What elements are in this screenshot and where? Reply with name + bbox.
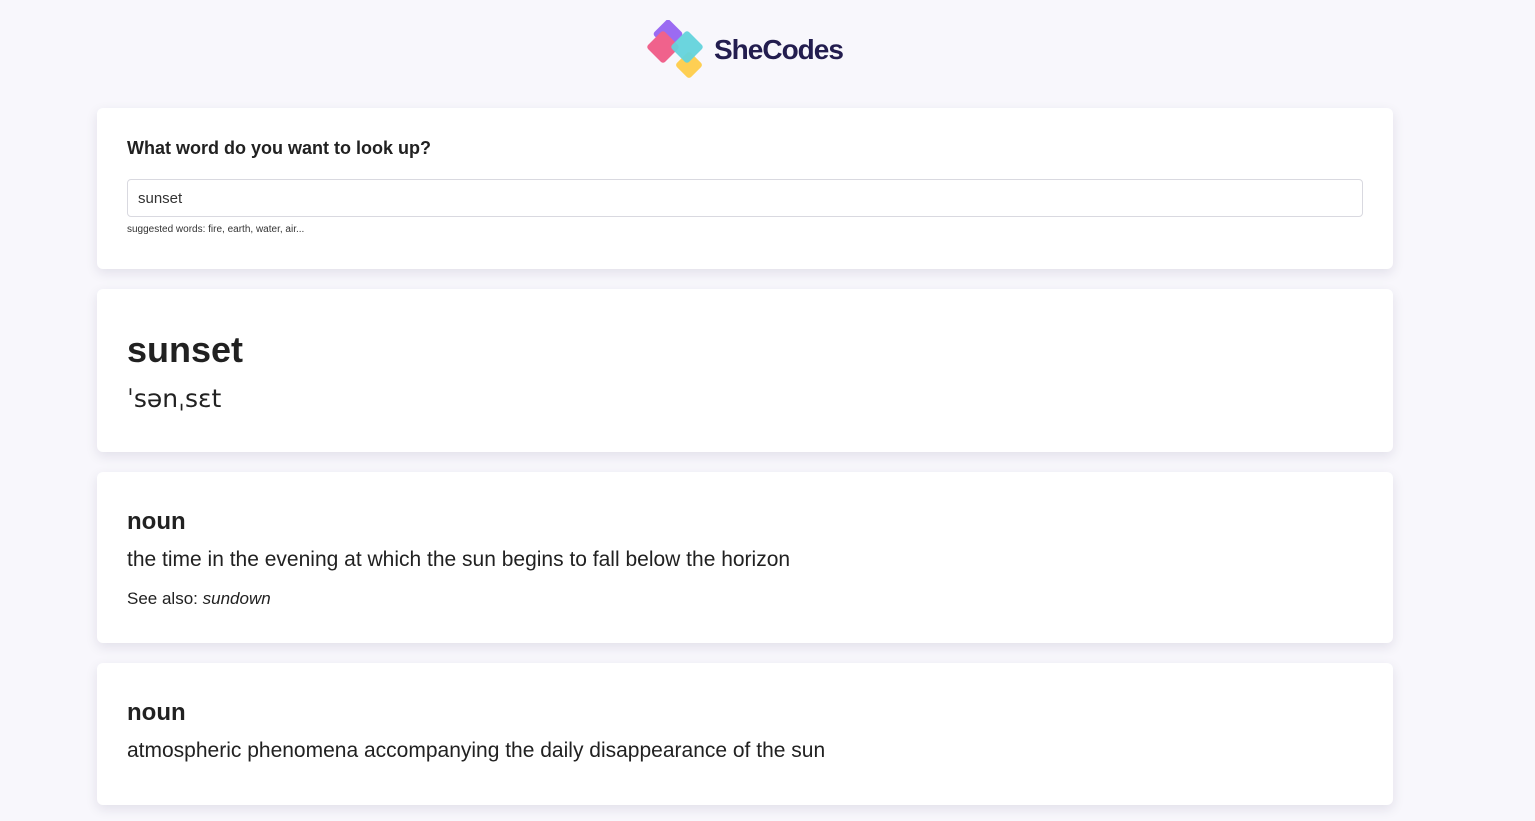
word-title: sunset <box>127 329 244 370</box>
definition: the time in the evening at which the sun… <box>127 548 791 571</box>
definition: atmospheric phenomena accompanying the d… <box>127 739 826 762</box>
meaning-card: noun atmospheric phenomena accompanying … <box>97 663 1393 805</box>
search-input[interactable] <box>127 179 1363 217</box>
shecodes-logo[interactable]: SheCodes <box>646 20 844 80</box>
synonym: sundown <box>202 589 271 608</box>
search-card: What word do you want to look up? sugges… <box>97 108 1393 269</box>
header: SheCodes <box>0 0 1535 100</box>
part-of-speech: noun <box>127 508 186 535</box>
suggested-words-hint: suggested words: fire, earth, water, air… <box>127 224 305 235</box>
search-label: What word do you want to look up? <box>127 138 431 158</box>
brand-name: SheCodes <box>714 34 844 65</box>
word-card: sunset ˈsənˌsɛt <box>97 289 1393 452</box>
see-also-label: See also: <box>127 589 198 608</box>
part-of-speech: noun <box>127 699 186 726</box>
see-also: See also: sundown <box>127 589 271 609</box>
meaning-card: noun the time in the evening at which th… <box>97 472 1393 643</box>
phonetic: ˈsənˌsɛt <box>127 384 222 413</box>
shecodes-logo-icon <box>647 20 703 78</box>
